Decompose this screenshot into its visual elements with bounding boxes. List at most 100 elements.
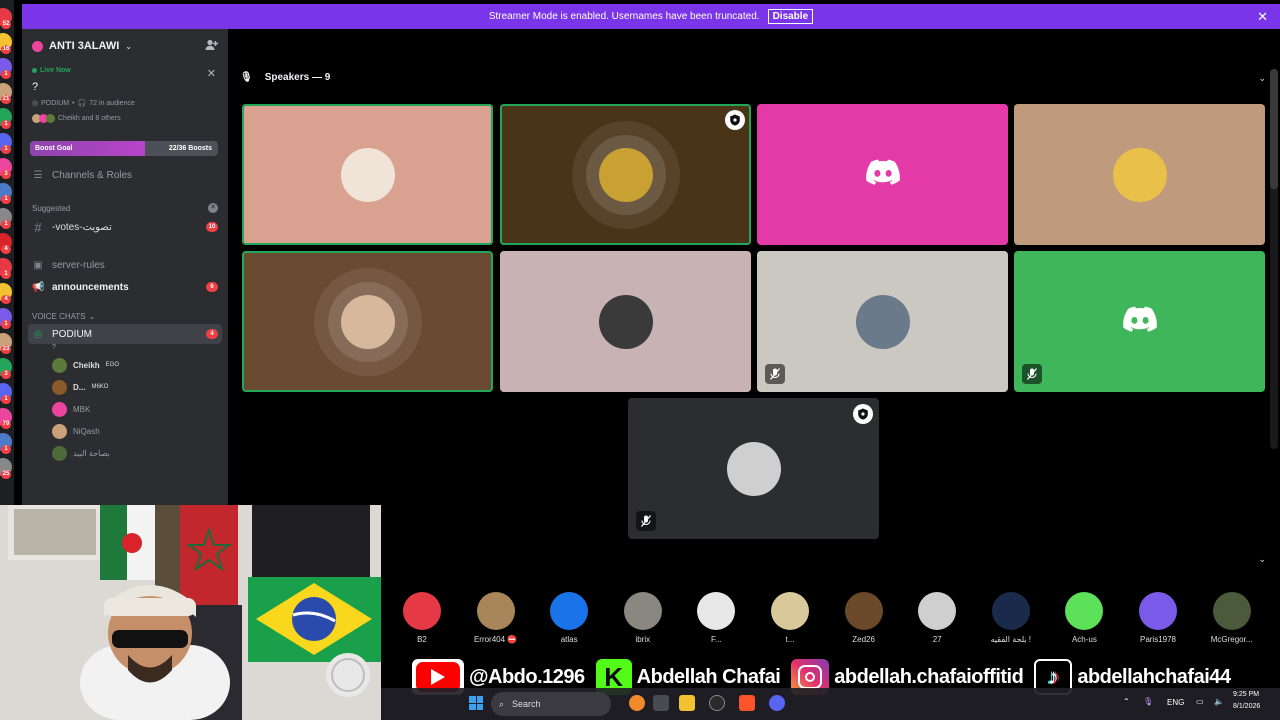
disable-streamer-mode-button[interactable]: Disable xyxy=(767,9,814,24)
voice-user[interactable]: D... M6KO xyxy=(22,376,228,398)
muted-microphone-icon xyxy=(1022,364,1042,384)
speaker-tile[interactable] xyxy=(500,104,751,245)
server-unread-badge: 4 xyxy=(1,245,11,254)
live-stage-card[interactable]: Live Now ✕ ? ◎ PODIUM • 🎧 72 in audience… xyxy=(22,63,228,127)
audience-member[interactable]: McGregor... xyxy=(1200,592,1264,644)
audience-member[interactable]: atlas xyxy=(537,592,601,644)
clock-time[interactable]: 9:25 PM xyxy=(1233,691,1259,698)
speaker-tile[interactable] xyxy=(242,104,493,245)
speaker-tile[interactable] xyxy=(757,104,1008,245)
windows-start-icon[interactable] xyxy=(469,696,483,710)
server-unread-badge: 1 xyxy=(1,195,11,204)
avatar xyxy=(46,114,55,123)
brave-browser-icon[interactable] xyxy=(739,695,755,711)
chevron-down-icon[interactable]: ⌄ xyxy=(1258,73,1266,84)
dismiss-icon[interactable]: ✕ xyxy=(208,203,218,213)
instagram-handle: abdellah.chafaioffitid xyxy=(833,665,1024,689)
audience-member[interactable]: ibrix xyxy=(611,592,675,644)
audience-member[interactable]: 27 xyxy=(905,592,969,644)
audience-member[interactable]: t... xyxy=(758,592,822,644)
invite-people-icon[interactable] xyxy=(205,39,218,54)
voice-user[interactable]: Cheikh EGO xyxy=(22,354,228,376)
channel-server-rules[interactable]: ▣ server-rules xyxy=(22,254,228,276)
discord-stage-window: 52 16 1 21 1 1 3 1 1 4 1 4 1 23 3 1 79 1 25 Streamer Mode … xyxy=(0,0,1280,720)
audience-member[interactable]: بلحة الفقيه ! xyxy=(979,592,1043,644)
taskbar-search[interactable]: ⌕ Search xyxy=(491,692,611,716)
avatar xyxy=(52,423,67,439)
server-header[interactable]: ANTI 3ALAWI ⌄ xyxy=(22,29,228,63)
channel-announcements[interactable]: 📢 announcements 6 xyxy=(22,276,228,298)
avatar xyxy=(623,592,662,630)
language-indicator[interactable]: ENG xyxy=(1167,698,1184,707)
network-icon[interactable]: ▭ xyxy=(1196,697,1204,706)
audience-name: Error404 ⛔ xyxy=(473,635,518,644)
discord-app-icon[interactable] xyxy=(769,695,785,711)
avatar xyxy=(403,592,441,630)
boost-goal-bar[interactable]: Boost Goal 22/36 Boosts xyxy=(30,141,218,156)
close-icon[interactable]: ✕ xyxy=(207,67,216,80)
banner-text: Streamer Mode is enabled. Usernames have… xyxy=(488,11,760,22)
chevron-up-icon[interactable]: ⌃ xyxy=(1123,697,1130,706)
speaker-tile[interactable] xyxy=(500,251,751,392)
audience-name: Paris1978 xyxy=(1139,635,1177,644)
server-rules-label: server-rules xyxy=(52,259,105,271)
scrollbar-thumb[interactable] xyxy=(1270,69,1278,189)
voice-chats-header[interactable]: VOICE CHATS ⌄ xyxy=(22,308,228,324)
voice-user-name: D... xyxy=(73,382,86,392)
avatar xyxy=(991,592,1030,630)
speaker-tile[interactable] xyxy=(757,251,1008,392)
chevron-down-icon[interactable]: ⌄ xyxy=(1258,554,1266,565)
voice-user[interactable]: NiQash xyxy=(22,420,228,442)
audience-name: Ach-us xyxy=(1071,635,1097,644)
search-label: Search xyxy=(512,699,541,709)
server-unread-badge: 3 xyxy=(1,170,11,179)
speaker-tile[interactable] xyxy=(242,251,493,392)
audience-member[interactable]: Ach-us xyxy=(1052,592,1116,644)
speakers-summary-text: Cheikh and 8 others xyxy=(58,115,121,122)
app-icon[interactable] xyxy=(629,695,645,711)
voice-channel-podium[interactable]: ◎ PODIUM 4 xyxy=(28,324,222,344)
avatar xyxy=(1212,592,1251,630)
audience-member[interactable]: Paris1978 xyxy=(1126,592,1190,644)
server-unread-badge: 1 xyxy=(1,270,11,279)
channel-votes[interactable]: # -votes-تصويت 10 xyxy=(22,216,228,238)
avatar xyxy=(52,445,67,461)
muted-microphone-icon xyxy=(765,364,785,384)
audience-name: بلحة الفقيه ! xyxy=(990,635,1032,644)
audience-member[interactable]: Error404 ⛔ xyxy=(464,592,528,644)
close-icon[interactable]: ✕ xyxy=(1257,9,1268,25)
voice-user-tag: EGO xyxy=(105,362,120,368)
task-view-icon[interactable] xyxy=(653,695,669,711)
server-unread-badge: 23 xyxy=(1,345,11,354)
muted-microphone-icon xyxy=(636,511,656,531)
avatar xyxy=(697,592,736,630)
speakers-label: Speakers — 9 xyxy=(264,72,331,83)
channel-sidebar: ANTI 3ALAWI ⌄ Live Now ✕ ? ◎ PODIUM • 🎧 … xyxy=(22,29,228,505)
webcam-feed-image xyxy=(0,505,381,720)
voice-user[interactable]: MBK xyxy=(22,398,228,420)
server-rail[interactable]: 52 16 1 21 1 1 3 1 1 4 1 4 1 23 3 1 79 1 25 xyxy=(0,0,14,505)
audience-member[interactable]: F... xyxy=(684,592,748,644)
server-unread-badge: 25 xyxy=(1,470,11,479)
youtube-handle: @Abdo.1296 xyxy=(468,665,586,689)
stage-meta: ◎ PODIUM • 🎧 72 in audience xyxy=(32,99,218,108)
microphone-icon[interactable]: 🎙 xyxy=(1143,697,1153,706)
app-icon[interactable] xyxy=(709,695,725,711)
server-unread-badge: 1 xyxy=(1,145,11,154)
volume-icon[interactable]: 🔈 xyxy=(1214,697,1224,706)
scrollbar[interactable] xyxy=(1270,69,1278,449)
stage-channel: PODIUM xyxy=(41,99,70,107)
audience-member[interactable]: Zed26 xyxy=(832,592,896,644)
suggested-label: Suggested xyxy=(32,203,71,213)
moderator-shield-icon xyxy=(853,404,873,424)
file-explorer-icon[interactable] xyxy=(679,695,695,711)
audience-member[interactable]: B2 xyxy=(390,592,454,644)
clock-date[interactable]: 8/1/2026 xyxy=(1233,703,1260,710)
speakers-header: 🎙 Speakers — 9 xyxy=(240,72,330,83)
speaker-tile[interactable] xyxy=(628,398,879,539)
voice-chats-label: VOICE CHATS xyxy=(32,311,86,321)
speaker-tile[interactable] xyxy=(1014,251,1265,392)
voice-user[interactable]: بصاحة البيد xyxy=(22,442,228,464)
speaker-tile[interactable] xyxy=(1014,104,1265,245)
channels-roles-link[interactable]: ☰ Channels & Roles xyxy=(22,164,228,186)
